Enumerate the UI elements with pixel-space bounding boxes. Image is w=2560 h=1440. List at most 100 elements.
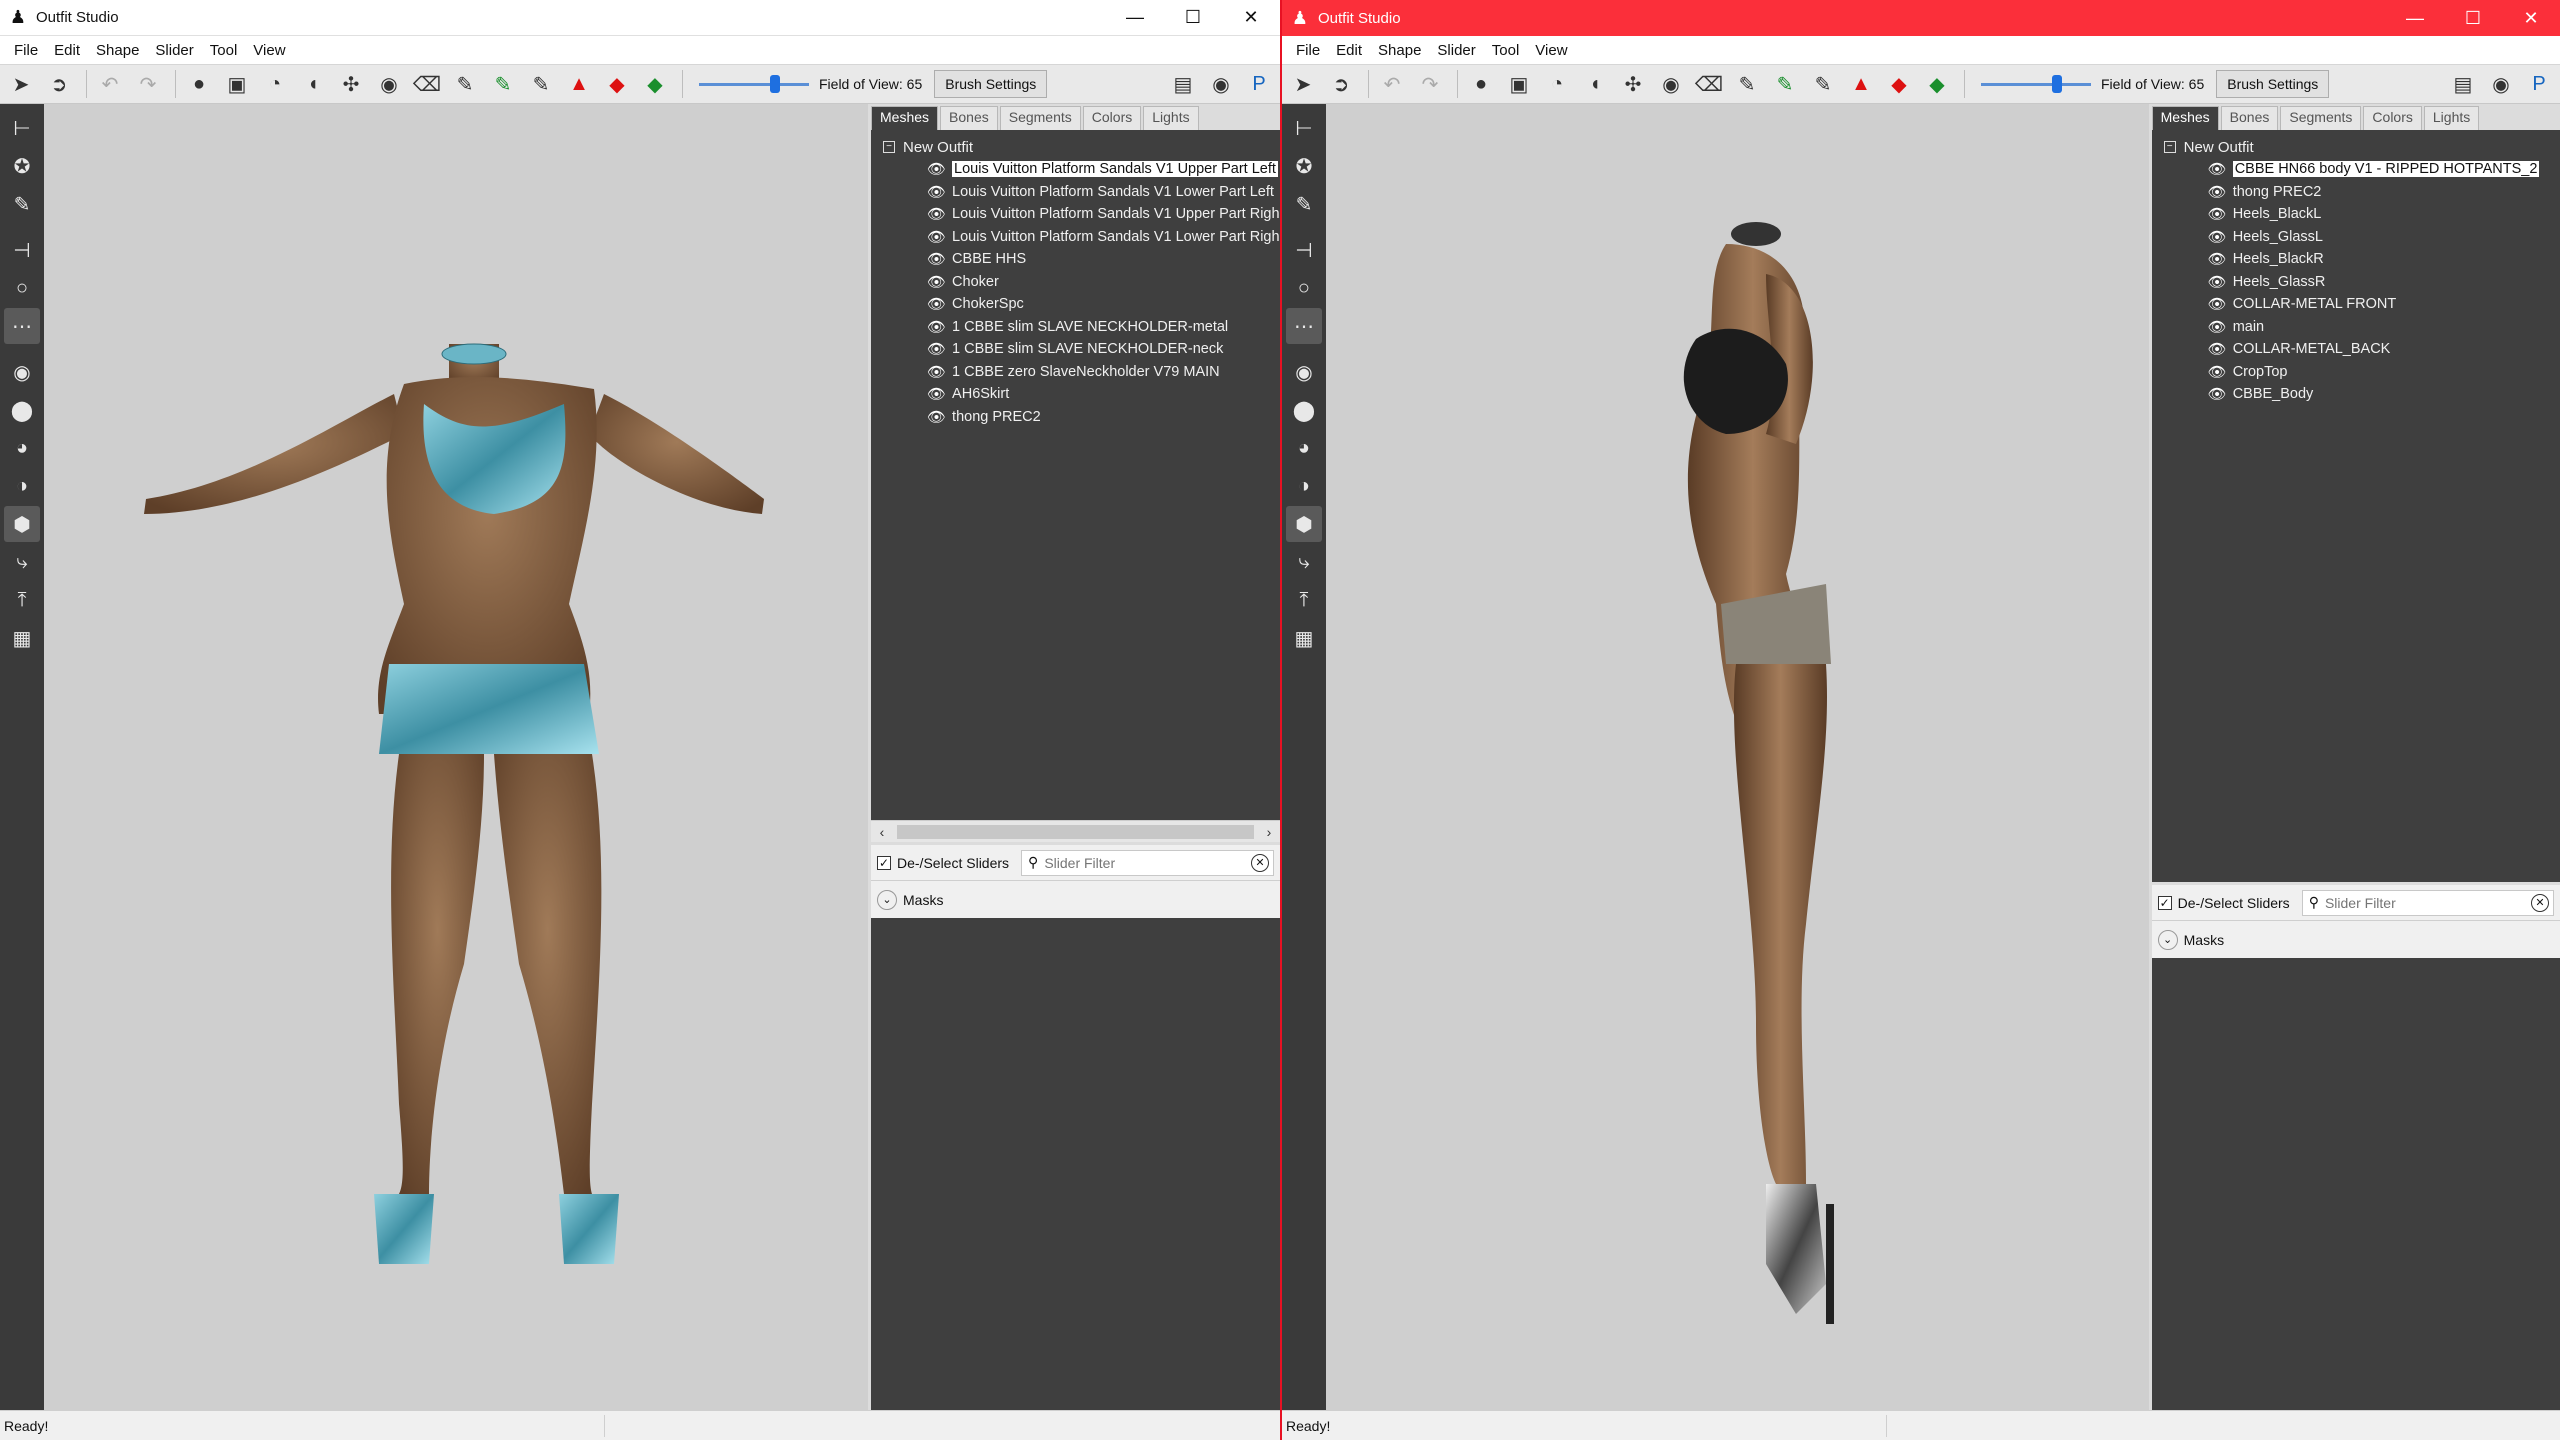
mesh-item[interactable]: 👁 Louis Vuitton Platform Sandals V1 Upper… <box>871 158 1280 181</box>
tab-meshes[interactable]: Meshes <box>2151 106 2219 130</box>
shaded-view-icon[interactable]: ◕ <box>4 430 40 466</box>
eye-icon[interactable]: 👁 <box>2208 183 2227 201</box>
tab-colors[interactable]: Colors <box>1082 106 1142 130</box>
eye-icon[interactable]: 👁 <box>2208 385 2227 403</box>
deselect-sliders-checkbox[interactable]: ✓ <box>2157 895 2172 910</box>
github-icon[interactable]: ◉ <box>2484 67 2518 101</box>
menu-tool[interactable]: Tool <box>202 42 246 59</box>
pencil-tool-icon[interactable]: ✎ <box>1286 186 1322 222</box>
brush-settings-button[interactable]: Brush Settings <box>2216 70 2330 98</box>
eye-icon[interactable]: 👁 <box>2208 295 2227 313</box>
split-edge-icon[interactable]: ◆ <box>638 67 672 101</box>
smooth-brush-icon[interactable]: ◉ <box>1654 67 1688 101</box>
collapse-icon[interactable]: − <box>2163 141 2176 153</box>
mesh-item[interactable]: 👁 CBBE HHS <box>871 248 1280 271</box>
mesh-item[interactable]: 👁 1 CBBE zero SlaveNeckholder V79 MAIN <box>871 361 1280 384</box>
undo-icon[interactable]: ↶ <box>1375 67 1409 101</box>
eye-icon[interactable]: 👁 <box>2208 363 2227 381</box>
mesh-item[interactable]: 👁 thong PREC2 <box>2152 181 2560 204</box>
maximize-button[interactable]: ☐ <box>1164 0 1222 36</box>
eraser-icon[interactable]: ⌫ <box>410 67 444 101</box>
fov-slider-knob[interactable] <box>770 75 781 93</box>
mesh-item[interactable]: 👁 CBBE HN66 body V1 - RIPPED HOTPANTS_2 <box>2152 158 2560 181</box>
point-view-icon[interactable]: ◉ <box>1286 354 1322 390</box>
tree-root[interactable]: − New Outfit <box>871 136 1280 158</box>
tab-colors[interactable]: Colors <box>2363 106 2422 130</box>
shaded-view-icon[interactable]: ◕ <box>1286 430 1322 466</box>
mirror-tool-icon[interactable]: ⊣ <box>1286 232 1322 268</box>
menu-file[interactable]: File <box>6 42 46 59</box>
collapse-vertex-icon[interactable]: ▲ <box>1844 67 1878 101</box>
axis-tool-icon[interactable]: ⊢ <box>4 110 40 146</box>
clear-icon[interactable]: ✕ <box>1251 853 1269 872</box>
brush-settings-button[interactable]: Brush Settings <box>934 70 1048 98</box>
redo-icon[interactable]: ↷ <box>1413 67 1447 101</box>
mesh-item[interactable]: 👁 Louis Vuitton Platform Sandals V1 Lower… <box>871 226 1280 249</box>
transform-tool-icon[interactable]: ➲ <box>1324 67 1358 101</box>
mesh-item[interactable]: 👁 1 CBBE slim SLAVE NECKHOLDER-neck <box>871 338 1280 361</box>
eye-icon[interactable]: 👁 <box>927 295 946 313</box>
menu-edit[interactable]: Edit <box>1328 42 1370 59</box>
eye-icon[interactable]: 👁 <box>2208 205 2227 223</box>
menu-view[interactable]: View <box>245 42 293 59</box>
tab-segments[interactable]: Segments <box>999 106 1081 130</box>
clear-icon[interactable]: ✕ <box>2531 893 2549 912</box>
tab-lights[interactable]: Lights <box>2423 106 2480 130</box>
move-brush-icon[interactable]: ✣ <box>334 67 368 101</box>
masks-row[interactable]: ⌄ Masks <box>2151 920 2560 958</box>
pin-tool-icon[interactable]: ✪ <box>1286 148 1322 184</box>
paypal-icon[interactable]: P <box>1242 67 1276 101</box>
mesh-item[interactable]: 👁 Heels_BlackR <box>2152 248 2560 271</box>
maximize-button[interactable]: ☐ <box>2444 0 2502 36</box>
mesh-item[interactable]: 👁 COLLAR-METAL_BACK <box>2152 338 2560 361</box>
minimize-button[interactable]: — <box>2386 0 2444 36</box>
mesh-item[interactable]: 👁 COLLAR-METAL FRONT <box>2152 293 2560 316</box>
mesh-item[interactable]: 👁 1 CBBE slim SLAVE NECKHOLDER-metal <box>871 316 1280 339</box>
eye-icon[interactable]: 👁 <box>927 318 946 336</box>
eye-icon[interactable]: 👁 <box>927 385 946 403</box>
eraser-icon[interactable]: ⌫ <box>1692 67 1726 101</box>
scroll-right-icon[interactable]: › <box>1258 824 1280 840</box>
inflate-brush-icon[interactable]: ◔ <box>1540 67 1574 101</box>
vertex-tool-icon[interactable]: ○ <box>1286 270 1322 306</box>
tab-segments[interactable]: Segments <box>2280 106 2362 130</box>
mirror-tool-icon[interactable]: ⊣ <box>4 232 40 268</box>
select-tool-icon[interactable]: ➤ <box>1286 67 1320 101</box>
eye-icon[interactable]: 👁 <box>927 250 946 268</box>
weight-view-icon[interactable]: ⋯ <box>4 308 40 344</box>
mesh-item[interactable]: 👁 ChokerSpc <box>871 293 1280 316</box>
3d-viewport[interactable] <box>1325 104 2149 1410</box>
close-button[interactable]: ✕ <box>2502 0 2560 36</box>
menu-slider[interactable]: Slider <box>1429 42 1483 59</box>
eye-icon[interactable]: 👁 <box>2208 340 2227 358</box>
tab-bones[interactable]: Bones <box>940 106 998 130</box>
weight-view-icon[interactable]: ⋯ <box>1285 308 1322 344</box>
tab-meshes[interactable]: Meshes <box>871 106 939 130</box>
color-brush-icon[interactable]: ✎ <box>1768 67 1802 101</box>
field-of-view-slider[interactable] <box>699 74 809 94</box>
eye-icon[interactable]: 👁 <box>2208 318 2227 336</box>
weight-brush-icon[interactable]: ✎ <box>1730 67 1764 101</box>
alpha-brush-icon[interactable]: ✎ <box>1806 67 1840 101</box>
mesh-item[interactable]: 👁 Louis Vuitton Platform Sandals V1 Upper… <box>871 203 1280 226</box>
textured-view-icon[interactable]: ◑ <box>4 468 40 504</box>
pin-tool-icon[interactable]: ✪ <box>4 148 40 184</box>
solid-view-icon[interactable]: ⬤ <box>4 392 40 428</box>
3d-viewport[interactable] <box>44 104 868 1410</box>
slider-filter-input[interactable] <box>2324 894 2531 911</box>
collapse-vertex-icon[interactable]: ▲ <box>562 67 596 101</box>
deflate-brush-icon[interactable]: ◖ <box>1578 67 1612 101</box>
chevron-down-icon[interactable]: ⌄ <box>2157 929 2178 950</box>
textured-view-icon[interactable]: ◑ <box>1286 468 1322 504</box>
smooth-brush-icon[interactable]: ◉ <box>372 67 406 101</box>
mesh-item[interactable]: 👁 AH6Skirt <box>871 383 1280 406</box>
transform-tool-icon[interactable]: ➲ <box>42 67 76 101</box>
discord-icon[interactable]: ▤ <box>1166 67 1200 101</box>
redo-icon[interactable]: ↷ <box>131 67 165 101</box>
cube-view-icon[interactable]: ⬢ <box>4 506 40 542</box>
bone-view-icon[interactable]: ⤷ <box>1286 544 1322 580</box>
fov-slider-knob[interactable] <box>2052 75 2063 93</box>
menu-edit[interactable]: Edit <box>46 42 88 59</box>
inflate-brush-icon[interactable]: ◔ <box>258 67 292 101</box>
grid-icon[interactable]: ▦ <box>1286 620 1322 656</box>
